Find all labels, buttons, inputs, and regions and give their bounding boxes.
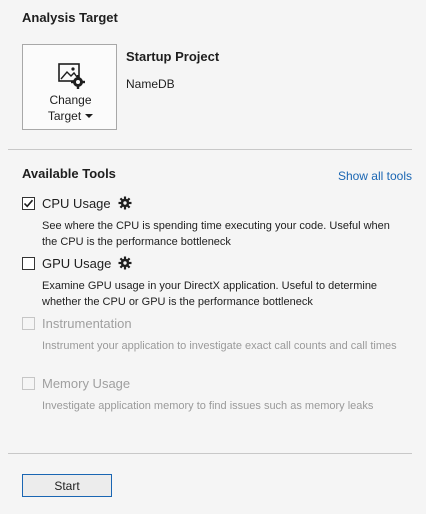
startup-project-title: Startup Project — [126, 49, 220, 64]
gpu-usage-description: Examine GPU usage in your DirectX applic… — [42, 280, 378, 308]
memory-usage-checkbox — [22, 377, 35, 390]
section-divider — [8, 149, 412, 150]
change-target-label-line2-row: Target — [23, 109, 118, 123]
change-target-button[interactable]: Change Target — [22, 44, 117, 130]
cpu-usage-label: CPU Usage — [42, 196, 111, 211]
gpu-usage-label: GPU Usage — [42, 256, 112, 271]
available-tools-title: Available Tools — [22, 166, 116, 181]
show-all-tools-link[interactable]: Show all tools — [338, 169, 412, 183]
instrumentation-checkbox — [22, 317, 35, 330]
memory-usage-label: Memory Usage — [42, 376, 131, 391]
gear-icon[interactable] — [118, 196, 132, 210]
image-with-gear-icon — [58, 62, 86, 90]
change-target-label-line1: Change — [49, 93, 92, 107]
instrumentation-description: Instrument your application to investiga… — [42, 340, 397, 352]
tool-instrumentation: Instrumentation Instrument your applicat… — [22, 316, 402, 354]
analysis-target-title: Analysis Target — [22, 10, 118, 25]
cpu-usage-description: See where the CPU is spending time execu… — [42, 220, 390, 248]
cpu-usage-checkbox[interactable] — [22, 197, 35, 210]
tool-cpu-usage: CPU Usage See where the CPU is spending … — [22, 196, 402, 250]
startup-project-name: NameDB — [126, 77, 175, 91]
checkmark-icon — [23, 199, 34, 208]
memory-usage-description: Investigate application memory to find i… — [42, 400, 374, 412]
gear-icon[interactable] — [118, 256, 132, 270]
gpu-usage-checkbox[interactable] — [22, 257, 35, 270]
instrumentation-label: Instrumentation — [42, 316, 132, 331]
start-button[interactable]: Start — [22, 474, 112, 497]
tool-gpu-usage: GPU Usage Examine GPU usage in your Dire… — [22, 256, 402, 310]
caret-down-icon — [85, 113, 94, 118]
tool-memory-usage: Memory Usage Investigate application mem… — [22, 376, 402, 414]
change-target-label-line2: Target — [47, 109, 82, 123]
footer-divider — [8, 453, 412, 454]
